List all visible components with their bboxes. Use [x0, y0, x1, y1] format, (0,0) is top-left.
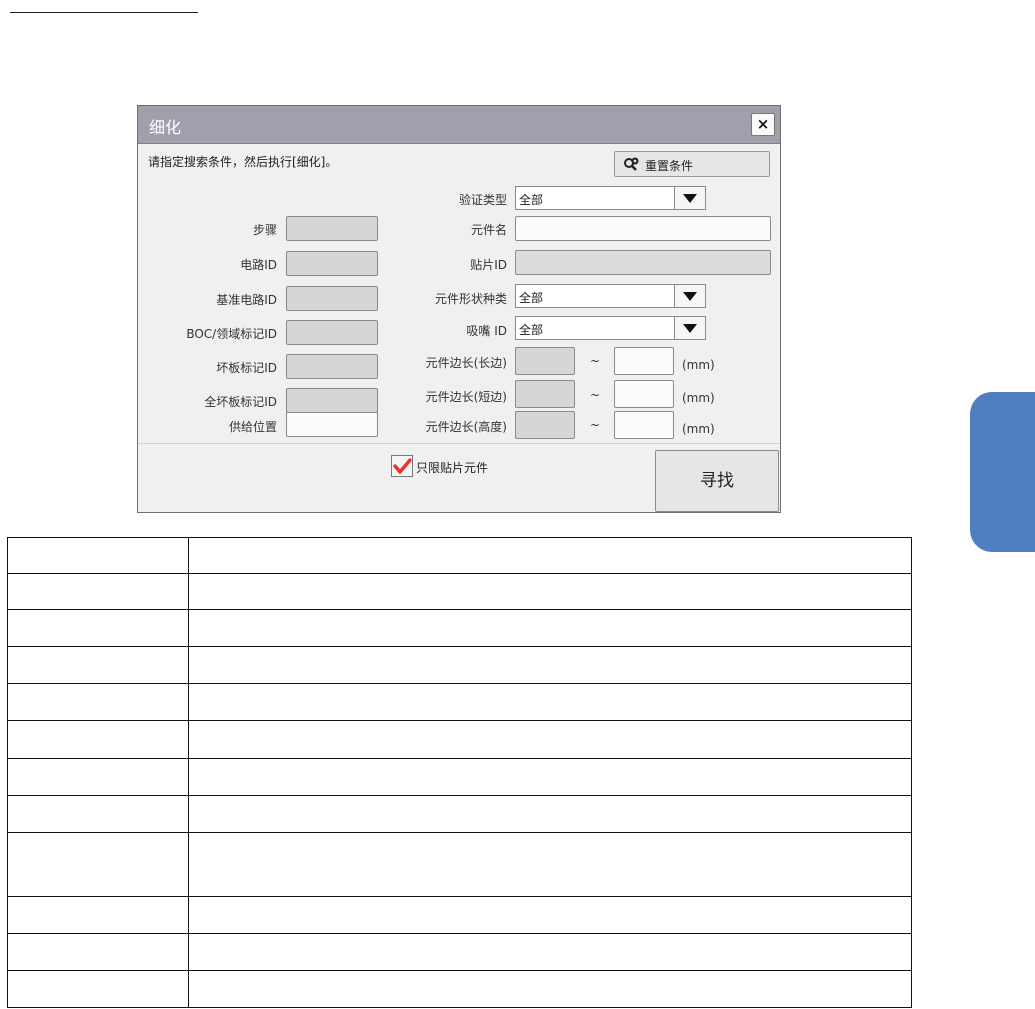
table-cell — [188, 758, 912, 796]
component-name-input[interactable] — [515, 216, 771, 241]
mounted-only-label: 只限贴片元件 — [416, 461, 489, 475]
table-row — [7, 609, 912, 647]
table-cell — [7, 933, 189, 971]
table-cell — [188, 573, 912, 610]
table-row — [7, 795, 912, 833]
short-side-label: 元件边长(短边) — [425, 390, 507, 404]
feed-position-label: 供给位置 — [228, 420, 277, 434]
feed-position-input[interactable] — [286, 412, 378, 437]
long-side-sep: ~ — [590, 354, 601, 368]
table-cell — [188, 609, 912, 647]
shape-type-select[interactable]: 全部 — [515, 284, 706, 308]
table-cell — [7, 609, 189, 647]
table-row — [7, 832, 912, 897]
mounted-only-checkbox[interactable] — [391, 455, 413, 477]
short-side-sep: ~ — [590, 388, 601, 402]
description-table — [7, 537, 912, 1008]
nozzle-id-value: 全部 — [519, 323, 544, 337]
refine-dialog: 细化 × 请指定搜索条件，然后执行[细化]。 重置条件 步骤 电路ID 基准电路… — [137, 105, 781, 513]
verification-type-value: 全部 — [519, 193, 544, 207]
reset-conditions-button[interactable]: 重置条件 — [614, 151, 770, 177]
table-cell — [188, 832, 912, 897]
height-min-input[interactable] — [515, 411, 575, 439]
chevron-down-icon — [674, 317, 705, 339]
table-cell — [188, 720, 912, 759]
all-bad-mark-id-label: 全坏板标记ID — [204, 395, 277, 409]
chevron-down-icon — [674, 285, 705, 307]
short-side-min-input[interactable] — [515, 380, 575, 408]
dialog-titlebar: 细化 × — [138, 106, 780, 144]
long-side-unit: (mm) — [682, 358, 715, 372]
table-row — [7, 683, 912, 721]
all-bad-mark-id-input[interactable] — [286, 388, 378, 413]
table-cell — [7, 795, 189, 833]
nozzle-id-label: 吸嘴 ID — [466, 324, 507, 338]
long-side-label: 元件边长(长边) — [425, 356, 507, 370]
short-side-max-input[interactable] — [614, 380, 674, 408]
verification-type-label: 验证类型 — [458, 193, 507, 207]
table-row — [7, 646, 912, 684]
table-row — [7, 758, 912, 796]
table-row — [7, 896, 912, 934]
dialog-title: 细化 — [149, 118, 182, 137]
nozzle-id-select[interactable]: 全部 — [515, 316, 706, 340]
dialog-separator — [138, 443, 780, 444]
close-button[interactable]: × — [751, 113, 775, 136]
table-cell — [7, 537, 189, 574]
height-label: 元件边长(高度) — [425, 420, 507, 434]
short-side-unit: (mm) — [682, 391, 715, 405]
table-row — [7, 933, 912, 971]
circuit-id-label: 电路ID — [240, 258, 277, 272]
table-cell — [7, 832, 189, 897]
placement-id-label: 贴片ID — [470, 258, 507, 272]
ref-circuit-id-label: 基准电路ID — [216, 293, 277, 307]
table-cell — [7, 720, 189, 759]
table-cell — [7, 758, 189, 796]
reset-conditions-label: 重置条件 — [645, 159, 694, 173]
bad-mark-id-label: 坏板标记ID — [216, 361, 277, 375]
table-row — [7, 720, 912, 759]
table-cell — [188, 683, 912, 721]
top-rule — [10, 12, 198, 13]
long-side-max-input[interactable] — [614, 347, 674, 375]
table-cell — [188, 933, 912, 971]
table-cell — [7, 646, 189, 684]
height-sep: ~ — [590, 418, 601, 432]
bad-mark-id-input[interactable] — [286, 354, 378, 379]
reset-search-icon — [624, 157, 639, 171]
table-row — [7, 537, 912, 574]
instruction-text: 请指定搜索条件，然后执行[细化]。 — [148, 155, 338, 169]
verification-type-select[interactable]: 全部 — [515, 186, 706, 210]
table-cell — [188, 970, 912, 1008]
placement-id-input[interactable] — [515, 250, 771, 275]
table-row — [7, 573, 912, 610]
step-label: 步骤 — [252, 223, 277, 237]
table-cell — [7, 683, 189, 721]
table-cell — [7, 573, 189, 610]
boc-mark-id-input[interactable] — [286, 320, 378, 345]
component-name-label: 元件名 — [470, 223, 507, 237]
chapter-side-tab — [970, 392, 1035, 552]
height-max-input[interactable] — [614, 411, 674, 439]
ref-circuit-id-input[interactable] — [286, 286, 378, 311]
circuit-id-input[interactable] — [286, 251, 378, 276]
long-side-min-input[interactable] — [515, 347, 575, 375]
table-cell — [188, 646, 912, 684]
chevron-down-icon — [674, 187, 705, 209]
table-row — [7, 970, 912, 1008]
height-unit: (mm) — [682, 422, 715, 436]
shape-type-label: 元件形状种类 — [434, 292, 507, 306]
checkmark-icon — [393, 458, 412, 474]
table-cell — [188, 896, 912, 934]
table-cell — [188, 795, 912, 833]
step-input[interactable] — [286, 216, 378, 241]
find-button[interactable]: 寻找 — [655, 450, 779, 512]
boc-mark-id-label: BOC/领域标记ID — [186, 327, 277, 341]
table-cell — [7, 896, 189, 934]
shape-type-value: 全部 — [519, 291, 544, 305]
table-cell — [188, 537, 912, 574]
table-cell — [7, 970, 189, 1008]
